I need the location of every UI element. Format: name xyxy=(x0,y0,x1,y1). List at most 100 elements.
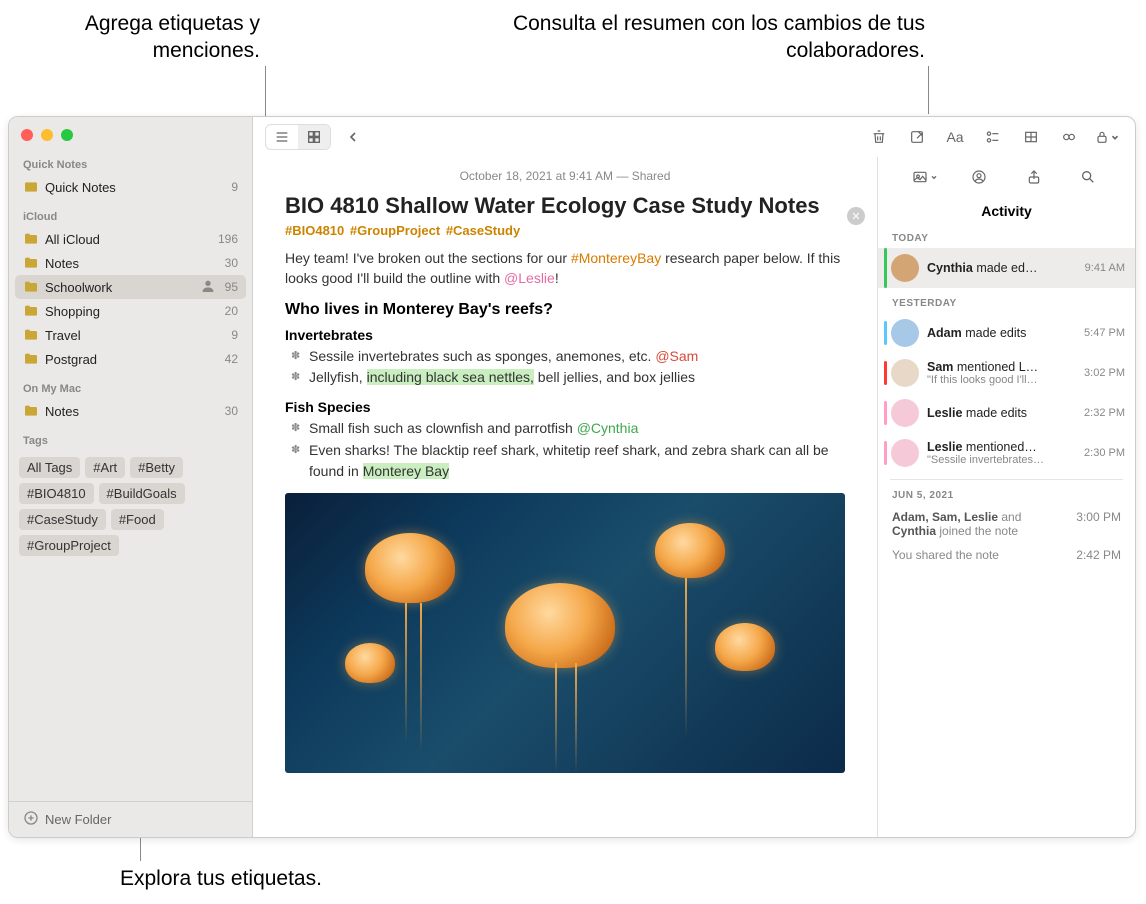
folder-icon xyxy=(23,179,39,195)
activity-title: Activity xyxy=(878,197,1135,229)
avatar xyxy=(891,439,919,467)
tag-chip[interactable]: #CaseStudy xyxy=(19,509,106,530)
folder-icon xyxy=(23,303,39,319)
share-button[interactable] xyxy=(1018,165,1050,189)
note-content[interactable]: ✕ October 18, 2021 at 9:41 AM — Shared B… xyxy=(253,157,877,837)
format-button[interactable]: Aa xyxy=(939,125,971,149)
tag-chip[interactable]: All Tags xyxy=(19,457,80,478)
sidebar-item-postgrad[interactable]: Postgrad42 xyxy=(9,347,252,371)
media-button[interactable] xyxy=(909,165,941,189)
note-heading: Who lives in Monterey Bay's reefs? xyxy=(285,301,845,319)
avatar xyxy=(891,319,919,347)
activity-time: 3:00 PM xyxy=(1076,510,1121,538)
sidebar-item-quicknotes[interactable]: Quick Notes 9 xyxy=(9,175,252,199)
hashtag[interactable]: #CaseStudy xyxy=(446,223,520,238)
sidebar-item-label: Quick Notes xyxy=(45,180,225,195)
note-paragraph: Hey team! I've broken out the sections f… xyxy=(285,248,845,289)
tags-area: All Tags#Art#Betty #BIO4810#BuildGoals #Ca… xyxy=(9,451,252,562)
sidebar-section-quicknotes: Quick Notes xyxy=(9,155,252,175)
folder-icon xyxy=(23,279,39,295)
mention-sam[interactable]: @Sam xyxy=(655,348,698,364)
folder-icon xyxy=(23,351,39,367)
list-item: Sessile invertebrates such as sponges, a… xyxy=(309,346,845,368)
back-button[interactable] xyxy=(337,125,369,149)
gallery-view-button[interactable] xyxy=(298,125,330,149)
activity-plain-item[interactable]: Adam, Sam, Leslie and Cynthia joined the… xyxy=(878,505,1135,543)
activity-item[interactable]: Cynthia made ed…9:41 AM xyxy=(878,248,1135,288)
lock-button[interactable] xyxy=(1091,125,1123,149)
sidebar-item-schoolwork[interactable]: Schoolwork95 xyxy=(15,275,246,299)
note-hashtags: #BIO4810 #GroupProject #CaseStudy xyxy=(285,223,845,238)
mention-cynthia[interactable]: @Cynthia xyxy=(577,420,639,436)
activity-item[interactable]: Sam mentioned L…"If this looks good I'll… xyxy=(878,353,1135,393)
search-button[interactable] xyxy=(1072,165,1104,189)
folder-icon xyxy=(23,403,39,419)
avatar xyxy=(891,359,919,387)
sidebar-item-label: Shopping xyxy=(45,304,219,319)
sidebar-item-label: Schoolwork xyxy=(45,280,194,295)
tag-chip[interactable]: #BIO4810 xyxy=(19,483,94,504)
sidebar-item-label: Notes xyxy=(45,256,219,271)
activity-section-today: TODAY xyxy=(878,229,1135,248)
close-window[interactable] xyxy=(21,129,33,141)
note-title: BIO 4810 Shallow Water Ecology Case Stud… xyxy=(285,193,845,219)
activity-toolbar xyxy=(878,157,1135,197)
sidebar-section-tags: Tags xyxy=(9,431,252,451)
new-folder-button[interactable]: New Folder xyxy=(9,801,252,837)
toolbar: Aa xyxy=(253,117,1135,157)
hashtag[interactable]: #GroupProject xyxy=(350,223,440,238)
activity-plain-item[interactable]: You shared the note 2:42 PM xyxy=(878,543,1135,567)
tag-chip[interactable]: #Betty xyxy=(130,457,183,478)
hashtag-inline[interactable]: #MontereyBay xyxy=(571,250,661,266)
main-area: Aa ✕ October 18, 2021 at 9:41 AM — Share… xyxy=(253,117,1135,837)
note-subheading: Fish Species xyxy=(285,399,845,415)
activity-panel: Activity TODAY Cynthia made ed…9:41 AM Y… xyxy=(877,157,1135,837)
new-folder-label: New Folder xyxy=(45,812,111,827)
list-item: Jellyfish, including black sea nettles, … xyxy=(309,367,845,389)
activity-section-yesterday: YESTERDAY xyxy=(878,294,1135,313)
shared-icon xyxy=(200,278,216,297)
sidebar-section-onmymac: On My Mac xyxy=(9,379,252,399)
tag-chip[interactable]: #GroupProject xyxy=(19,535,119,556)
highlighted-text: Monterey Bay xyxy=(363,463,449,479)
callout-browse-tags: Explora tus etiquetas. xyxy=(120,865,322,892)
sidebar-item-notes[interactable]: Notes30 xyxy=(9,399,252,423)
avatar xyxy=(891,399,919,427)
sidebar-item-notes[interactable]: Notes30 xyxy=(9,251,252,275)
sidebar-item-count: 196 xyxy=(218,232,238,246)
delete-button[interactable] xyxy=(863,125,895,149)
activity-item[interactable]: Leslie made edits2:32 PM xyxy=(878,393,1135,433)
table-button[interactable] xyxy=(1015,125,1047,149)
activity-time: 2:32 PM xyxy=(1084,407,1125,419)
new-note-button[interactable] xyxy=(901,125,933,149)
tag-chip[interactable]: #Art xyxy=(85,457,125,478)
sidebar-item-count: 9 xyxy=(231,328,238,342)
activity-time: 2:42 PM xyxy=(1076,548,1121,562)
callout-activity-summary: Consulta el resumen con los cambios de t… xyxy=(475,10,925,65)
activity-item[interactable]: Leslie mentioned…"Sessile invertebrates…… xyxy=(878,433,1135,473)
view-toggle xyxy=(265,124,331,150)
mention-leslie[interactable]: @Leslie xyxy=(504,270,555,286)
sidebar-item-travel[interactable]: Travel 9 xyxy=(9,323,252,347)
folder-icon xyxy=(23,231,39,247)
sidebar-item-label: Travel xyxy=(45,328,225,343)
tag-chip[interactable]: #BuildGoals xyxy=(99,483,185,504)
sidebar-item-label: Notes xyxy=(45,404,219,419)
collaborate-button[interactable] xyxy=(963,165,995,189)
checklist-button[interactable] xyxy=(977,125,1009,149)
hashtag[interactable]: #BIO4810 xyxy=(285,223,344,238)
link-button[interactable] xyxy=(1053,125,1085,149)
close-activity-icon[interactable]: ✕ xyxy=(847,207,865,225)
list-view-button[interactable] xyxy=(266,125,298,149)
sidebar-item-shopping[interactable]: Shopping 20 xyxy=(9,299,252,323)
sidebar-item-all-icloud[interactable]: All iCloud196 xyxy=(9,227,252,251)
list-item: Small fish such as clownfish and parrotf… xyxy=(309,418,845,440)
minimize-window[interactable] xyxy=(41,129,53,141)
maximize-window[interactable] xyxy=(61,129,73,141)
activity-section-older: JUN 5, 2021 xyxy=(878,486,1135,505)
activity-item[interactable]: Adam made edits5:47 PM xyxy=(878,313,1135,353)
tag-chip[interactable]: #Food xyxy=(111,509,164,530)
activity-time: 5:47 PM xyxy=(1084,327,1125,339)
sidebar-item-count: 20 xyxy=(225,304,238,318)
activity-time: 2:30 PM xyxy=(1084,447,1125,459)
